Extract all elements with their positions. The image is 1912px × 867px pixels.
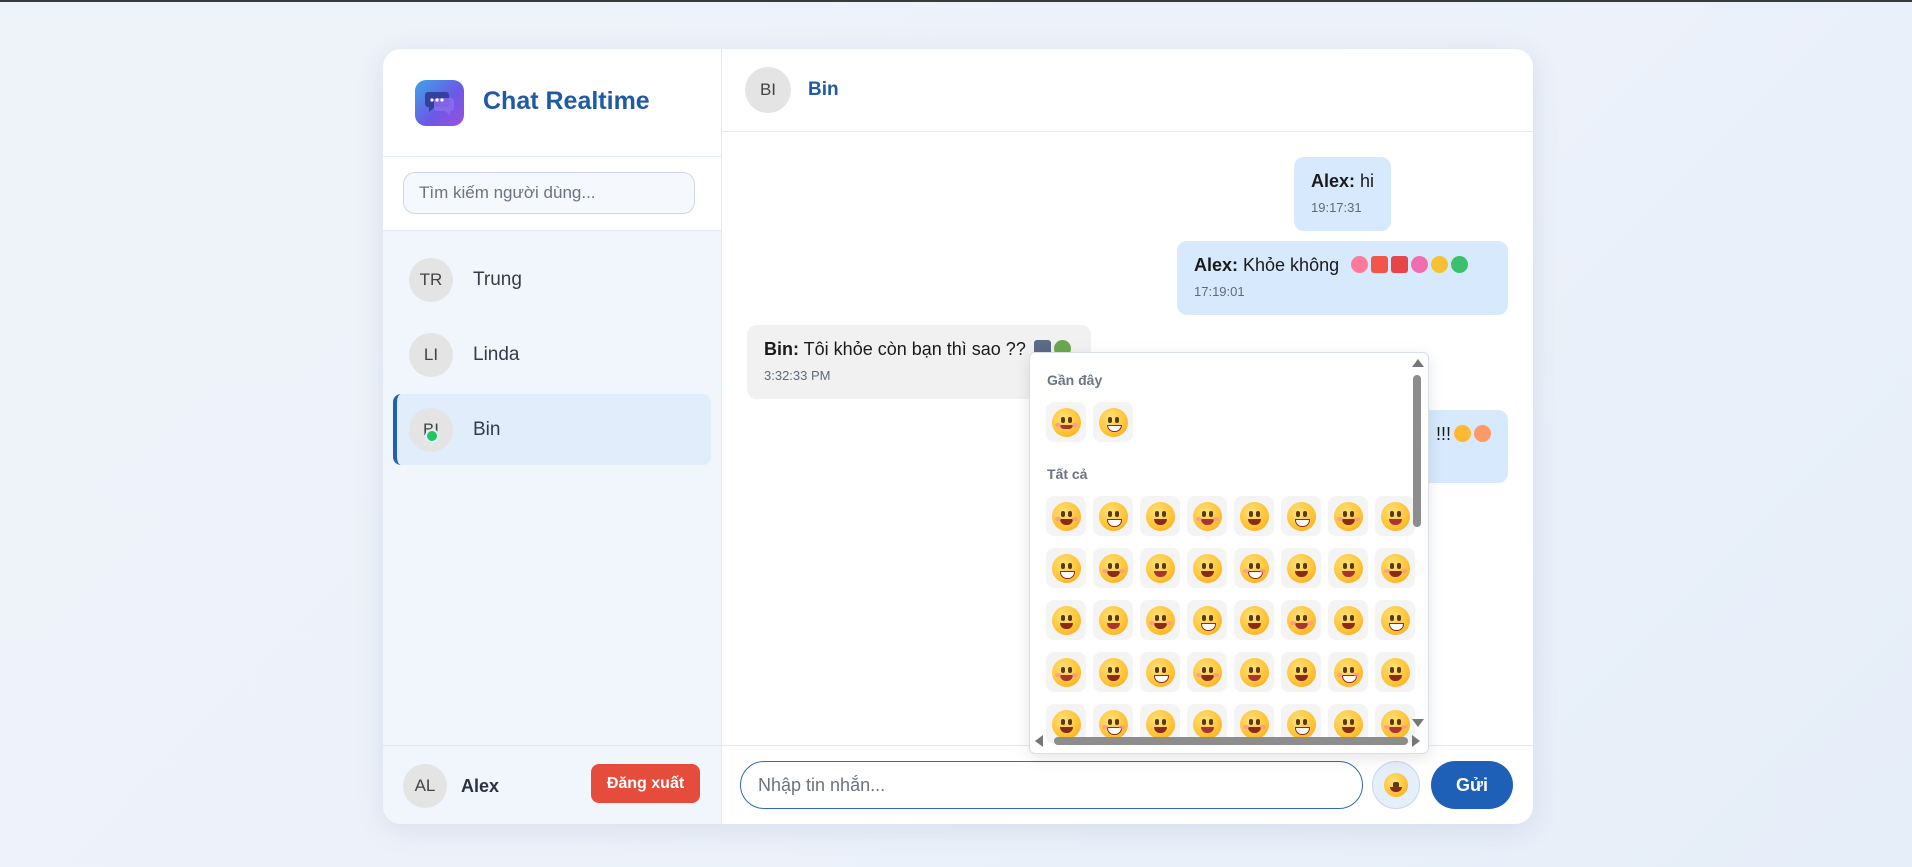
heart-eyes-icon <box>1351 256 1369 273</box>
chat-header: BI Bin <box>722 49 1533 132</box>
app-title: Chat Realtime <box>483 87 650 115</box>
emoji-face-icon[interactable] <box>1140 652 1180 692</box>
avatar: TR <box>409 258 453 302</box>
emoji-face-icon[interactable] <box>1187 600 1227 640</box>
emoji-face-icon[interactable] <box>1234 600 1274 640</box>
emoji-face-icon[interactable] <box>1046 548 1086 588</box>
current-user-avatar: AL <box>403 764 447 808</box>
message-text: !!! <box>1435 424 1451 444</box>
send-button[interactable]: Gửi <box>1431 761 1513 809</box>
scroll-up-icon[interactable] <box>1412 359 1424 367</box>
emoji-face-icon[interactable] <box>1187 652 1227 692</box>
emoji-face-icon[interactable] <box>1281 600 1321 640</box>
emoji-face-icon[interactable] <box>1046 496 1086 536</box>
message-text: Tôi khỏe còn bạn thì sao ?? <box>799 339 1026 359</box>
vertical-scrollbar[interactable] <box>1413 375 1421 527</box>
emoji-face-icon[interactable] <box>1046 600 1086 640</box>
emoji-face-icon[interactable] <box>1093 600 1133 640</box>
scroll-down-icon[interactable] <box>1412 719 1424 727</box>
message-bubble: Alex: hi 19:17:31 <box>1294 157 1391 231</box>
message-composer: Gửi <box>722 745 1533 824</box>
message-text: hi <box>1355 171 1375 191</box>
emoji-face-icon[interactable] <box>1234 548 1274 588</box>
emoji-face-icon[interactable] <box>1281 652 1321 692</box>
gift-icon <box>1371 256 1389 273</box>
message-input[interactable] <box>740 761 1363 809</box>
emoji-picker-button[interactable] <box>1372 761 1420 809</box>
horizontal-scrollbar[interactable] <box>1054 737 1408 745</box>
emoji-face-icon[interactable] <box>1234 652 1274 692</box>
emoji-face-icon[interactable] <box>1375 652 1415 692</box>
message-sender: Bin: <box>764 339 799 359</box>
search-bar <box>383 157 721 231</box>
user-name: Linda <box>473 344 520 365</box>
emoji-face-icon[interactable] <box>1140 548 1180 588</box>
recent-emoji-heading: Gần đây <box>1047 372 1103 388</box>
emoji-face-icon[interactable] <box>1375 548 1415 588</box>
current-user-name: Alex <box>461 776 500 796</box>
emoji-face-icon[interactable] <box>1328 652 1368 692</box>
emoji-face-icon[interactable] <box>1328 548 1368 588</box>
emoji-face-icon[interactable] <box>1093 548 1133 588</box>
emoji-face-icon[interactable] <box>1281 496 1321 536</box>
chat-partner-avatar: BI <box>745 67 791 113</box>
current-user-panel: AL Alex Đăng xuất <box>383 745 721 824</box>
emoji-face-icon[interactable] <box>1375 496 1415 536</box>
emoji-face-icon[interactable] <box>1187 548 1227 588</box>
emoji-face-icon[interactable] <box>1375 600 1415 640</box>
emoji-face-icon[interactable] <box>1046 652 1086 692</box>
yellow-heart-icon <box>1431 256 1449 273</box>
avatar: LI <box>409 333 453 377</box>
emoji-face-icon[interactable] <box>1281 548 1321 588</box>
sidebar: Chat Realtime TR Trung LI Linda BI Bin A… <box>383 49 722 824</box>
chat-partner-name: Bin <box>808 79 839 100</box>
emoji-face-icon[interactable] <box>1093 652 1133 692</box>
user-name: Trung <box>473 269 522 290</box>
message-time: 19:17:31 <box>1311 200 1362 215</box>
green-heart-icon <box>1451 256 1469 273</box>
message-sender: Alex: <box>1194 255 1239 275</box>
sidebar-item-bin[interactable]: BI Bin <box>393 394 711 465</box>
emoji-face-icon[interactable] <box>1234 496 1274 536</box>
scroll-left-icon[interactable] <box>1035 735 1043 747</box>
sidebar-header: Chat Realtime <box>383 49 721 157</box>
emoji-face-icon[interactable] <box>1328 600 1368 640</box>
chat-logo-icon <box>415 80 464 126</box>
emoji-face-icon[interactable] <box>1140 496 1180 536</box>
logout-button[interactable]: Đăng xuất <box>591 764 700 803</box>
all-emoji-heading: Tất cả <box>1047 466 1088 482</box>
emoji-face-icon[interactable] <box>1328 496 1368 536</box>
message-text: Khỏe không <box>1238 255 1340 275</box>
sidebar-item-linda[interactable]: LI Linda <box>393 319 711 390</box>
message-sender: Alex: <box>1311 171 1356 191</box>
emoji-picker: Gần đây Tất cả <box>1029 352 1429 754</box>
message-time: 17:19:01 <box>1194 284 1245 299</box>
smile-icon <box>1384 773 1408 797</box>
beaming-face-icon[interactable] <box>1093 402 1133 442</box>
grinning-squinting-icon <box>1454 425 1471 442</box>
window-top-border <box>0 0 1912 2</box>
emoji-face-icon[interactable] <box>1140 600 1180 640</box>
hundred-points-icon <box>1391 256 1409 273</box>
message-bubble: Alex: Khỏe không 17:19:01 <box>1177 241 1508 315</box>
smiling-hearts-icon <box>1474 425 1491 442</box>
scroll-right-icon[interactable] <box>1412 735 1420 747</box>
user-name: Bin <box>473 419 501 440</box>
message-time: 3:32:33 PM <box>764 368 831 383</box>
emoji-face-icon[interactable] <box>1093 496 1133 536</box>
pink-heart-icon <box>1411 256 1429 273</box>
sidebar-item-trung[interactable]: TR Trung <box>393 244 711 315</box>
user-search-input[interactable] <box>403 172 695 214</box>
emoji-face-icon[interactable] <box>1187 496 1227 536</box>
online-status-indicator <box>425 429 439 443</box>
smiling-face-with-hearts-icon[interactable] <box>1046 402 1086 442</box>
